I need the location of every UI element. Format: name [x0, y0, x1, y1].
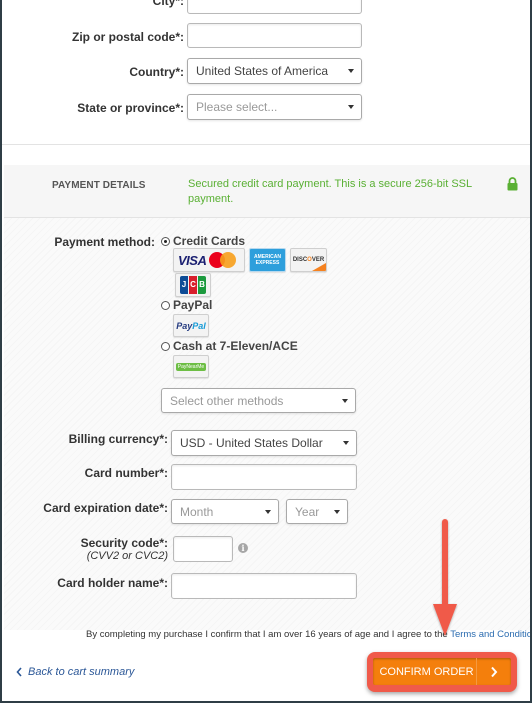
- paynearme-icon: PayNearMe: [175, 362, 207, 371]
- mastercard-icon: [209, 252, 237, 268]
- security-code-hint: (CVV2 or CVC2): [86, 550, 168, 562]
- city-label: City*:: [152, 0, 184, 8]
- card-holder-input[interactable]: [171, 573, 357, 599]
- lock-icon: [507, 177, 518, 191]
- terms-link[interactable]: Terms and Conditions: [450, 629, 530, 640]
- chevron-down-icon: [342, 398, 348, 403]
- jcb-icon: J C B: [180, 276, 206, 294]
- payment-details-header: PAYMENT DETAILS Secured credit card paym…: [4, 165, 530, 218]
- visa-icon: VISA: [178, 252, 207, 268]
- card-holder-label: Card holder name*:: [57, 576, 168, 590]
- radio-cash[interactable]: [161, 342, 170, 351]
- expiration-month-select[interactable]: Month: [171, 499, 279, 524]
- radio-credit-cards[interactable]: [161, 237, 170, 246]
- section-divider: [2, 144, 530, 145]
- back-to-cart-label: Back to cart summary: [28, 666, 135, 678]
- state-select[interactable]: Please select...: [187, 94, 362, 120]
- terms-note: By completing my purchase I confirm that…: [86, 629, 530, 640]
- radio-paypal[interactable]: [161, 301, 170, 310]
- city-input[interactable]: [187, 0, 362, 14]
- paynearme-logo: PayNearMe: [173, 355, 209, 378]
- paypal-logo: PayPal: [173, 314, 209, 337]
- amex-logo: AMERICAN EXPRESS: [249, 248, 286, 272]
- chevron-down-icon: [348, 69, 354, 73]
- chevron-down-icon: [265, 509, 271, 514]
- annotation-arrow-icon: [433, 519, 457, 636]
- confirm-highlight: CONFIRM ORDER: [367, 652, 517, 692]
- chevron-right-icon: [476, 658, 511, 685]
- expiration-year-select[interactable]: Year: [286, 499, 348, 524]
- jcb-logo: J C B: [175, 273, 211, 297]
- payment-method-label: Payment method:: [54, 235, 155, 249]
- amex-icon: AMERICAN EXPRESS: [254, 254, 281, 266]
- billing-currency-select[interactable]: USD - United States Dollar: [171, 430, 357, 456]
- cash-label: Cash at 7-Eleven/ACE: [173, 339, 298, 353]
- country-label: Country*:: [129, 65, 184, 79]
- billing-currency-label: Billing currency*:: [68, 432, 168, 446]
- country-value: United States of America: [196, 64, 329, 78]
- security-code-input[interactable]: [173, 536, 233, 562]
- card-number-input[interactable]: [171, 464, 357, 490]
- security-code-label: Security code*:: [80, 536, 168, 550]
- back-to-cart-link[interactable]: Back to cart summary: [16, 666, 134, 678]
- confirm-order-label: CONFIRM ORDER: [379, 665, 474, 678]
- paypal-label: PayPal: [173, 298, 213, 312]
- card-number-label: Card number*:: [84, 466, 168, 480]
- confirm-order-button[interactable]: CONFIRM ORDER: [373, 658, 511, 685]
- country-select[interactable]: United States of America: [187, 58, 362, 84]
- terms-text: By completing my purchase I confirm that…: [86, 629, 451, 640]
- visa-mastercard-logo: VISA: [173, 248, 245, 272]
- discover-logo: DISCOVER: [290, 248, 327, 272]
- expiration-label: Card expiration date*:: [43, 501, 168, 515]
- other-methods-select[interactable]: Select other methods: [161, 388, 356, 413]
- zip-input[interactable]: [187, 23, 362, 48]
- chevron-down-icon: [334, 509, 340, 514]
- checkout-page: City*: Zip or postal code*: Country*: Un…: [2, 0, 530, 701]
- info-icon[interactable]: i: [238, 543, 248, 553]
- paypal-icon: PayPal: [176, 320, 206, 331]
- year-placeholder: Year: [295, 504, 320, 519]
- secure-payment-note: Secured credit card payment. This is a s…: [188, 178, 472, 205]
- zip-label: Zip or postal code*:: [71, 30, 184, 44]
- billing-currency-value: USD - United States Dollar: [180, 436, 323, 450]
- payment-details-title: PAYMENT DETAILS: [52, 180, 146, 191]
- other-methods-placeholder: Select other methods: [170, 393, 284, 408]
- state-label: State or province*:: [77, 101, 184, 115]
- month-placeholder: Month: [180, 504, 214, 519]
- chevron-down-icon: [348, 105, 354, 109]
- chevron-down-icon: [343, 441, 349, 445]
- credit-cards-label: Credit Cards: [173, 234, 246, 248]
- state-placeholder: Please select...: [196, 100, 278, 114]
- chevron-left-icon: [16, 667, 22, 677]
